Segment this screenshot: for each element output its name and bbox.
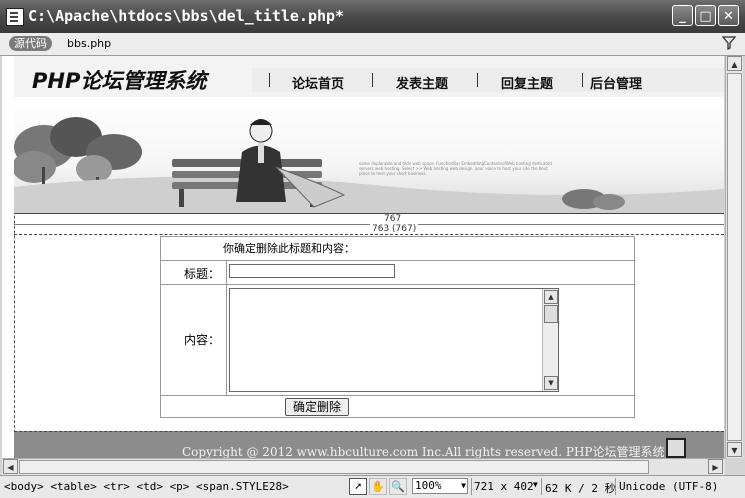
content-textarea[interactable]: ▲ ▼: [229, 288, 559, 392]
scroll-right-icon[interactable]: ▶: [708, 459, 723, 474]
zoom-select[interactable]: 100% ▼: [412, 478, 468, 494]
scroll-up-icon[interactable]: ▲: [727, 56, 742, 71]
site-nav: 论坛首页 发表主题 回复主题 后台管理: [252, 68, 724, 92]
title-bar[interactable]: C:\Apache\htdocs\bbs\del_title.php* _ □ …: [0, 0, 745, 33]
content-label-cell: 内容：: [161, 285, 227, 395]
source-code-tab[interactable]: 源代码: [9, 36, 52, 51]
nav-separator: [269, 73, 270, 87]
nav-item-post[interactable]: 发表主题: [396, 73, 448, 92]
encoding: Unicode (UTF-8): [619, 480, 719, 493]
banner-caption: some deplorable and hide web space. Func…: [359, 161, 552, 176]
horizontal-scroll-thumb[interactable]: [19, 460, 649, 474]
filter-icon[interactable]: [722, 36, 736, 50]
nav-separator: [372, 73, 373, 87]
submit-row: 确定删除: [161, 396, 634, 418]
title-label: 标题：: [183, 267, 220, 281]
confirm-delete-button[interactable]: 确定删除: [285, 398, 349, 416]
select-tool-icon[interactable]: ➚: [349, 478, 367, 495]
document-icon: [6, 8, 24, 26]
chevron-down-icon: ▼: [461, 481, 466, 490]
scroll-down-icon[interactable]: ▼: [544, 376, 558, 390]
site-logo: PHP论坛管理系统: [32, 69, 207, 93]
scroll-left-icon[interactable]: ◀: [3, 459, 18, 474]
confirm-row: 你确定删除此标题和内容：: [161, 237, 634, 261]
ruler-outer-width-label: 763 (767): [370, 224, 419, 234]
width-ruler-outer: 763 (767): [14, 224, 724, 235]
content-label: 内容：: [183, 333, 220, 347]
status-divider: [615, 478, 616, 495]
zoom-tool-icon[interactable]: 🔍: [389, 478, 407, 495]
window-title: C:\Apache\htdocs\bbs\del_title.php*: [28, 7, 345, 25]
status-divider: [541, 478, 542, 495]
window-size[interactable]: 721 x 402: [474, 480, 534, 493]
delete-form-table: 你确定删除此标题和内容： 标题： 内容： ▲ ▼ 确定删除: [160, 236, 635, 418]
hand-tool-icon[interactable]: ✋: [369, 478, 387, 495]
ruler-width-label: 767: [382, 214, 404, 224]
vertical-scrollbar[interactable]: ▲ ▼: [725, 56, 743, 458]
nav-item-reply[interactable]: 回复主题: [501, 73, 553, 92]
nav-separator: [582, 73, 583, 87]
close-button[interactable]: ✕: [718, 5, 739, 26]
title-input[interactable]: [229, 264, 395, 278]
scroll-down-icon[interactable]: ▼: [727, 442, 742, 457]
document-toolbar: 源代码 bbs.php: [0, 33, 745, 56]
title-label-cell: 标题：: [161, 261, 227, 284]
textarea-scroll-thumb[interactable]: [544, 305, 558, 323]
horizontal-scrollbar[interactable]: ◀ ▶: [2, 458, 725, 475]
download-size: 62 K / 2 秒: [545, 482, 616, 495]
banner-image: some deplorable and hide web space. Func…: [14, 97, 724, 213]
content-row: 内容： ▲ ▼: [161, 285, 634, 396]
status-divider: [471, 478, 472, 495]
copyright-text: Copyright @ 2012 www.hbculture.com Inc.A…: [182, 445, 665, 458]
maximize-button[interactable]: □: [695, 5, 716, 26]
design-view[interactable]: PHP论坛管理系统 论坛首页 发表主题 回复主题 后台管理 some deplo…: [2, 56, 724, 458]
window-size-chevron-icon: ▼: [533, 480, 538, 489]
minimize-button[interactable]: _: [672, 5, 693, 26]
tag-selector[interactable]: <body> <table> <tr> <td> <p> <span.STYLE…: [4, 480, 289, 493]
textarea-scrollbar[interactable]: ▲ ▼: [542, 289, 558, 391]
status-bar: <body> <table> <tr> <td> <p> <span.STYLE…: [0, 475, 745, 498]
vertical-scroll-thumb[interactable]: [727, 73, 742, 441]
nav-item-home[interactable]: 论坛首页: [292, 73, 344, 92]
confirm-message: 你确定删除此标题和内容：: [223, 242, 355, 255]
element-handle-icon[interactable]: [666, 438, 686, 458]
scroll-up-icon[interactable]: ▲: [544, 290, 558, 304]
title-row: 标题：: [161, 261, 634, 285]
page-footer: Copyright @ 2012 www.hbculture.com Inc.A…: [14, 431, 724, 458]
nav-separator: [477, 73, 478, 87]
related-file-tab[interactable]: bbs.php: [67, 37, 111, 50]
banner-illustration: [14, 117, 724, 213]
nav-item-admin[interactable]: 后台管理: [590, 73, 642, 92]
zoom-value: 100%: [415, 479, 442, 492]
editor-window: C:\Apache\htdocs\bbs\del_title.php* _ □ …: [0, 0, 745, 498]
